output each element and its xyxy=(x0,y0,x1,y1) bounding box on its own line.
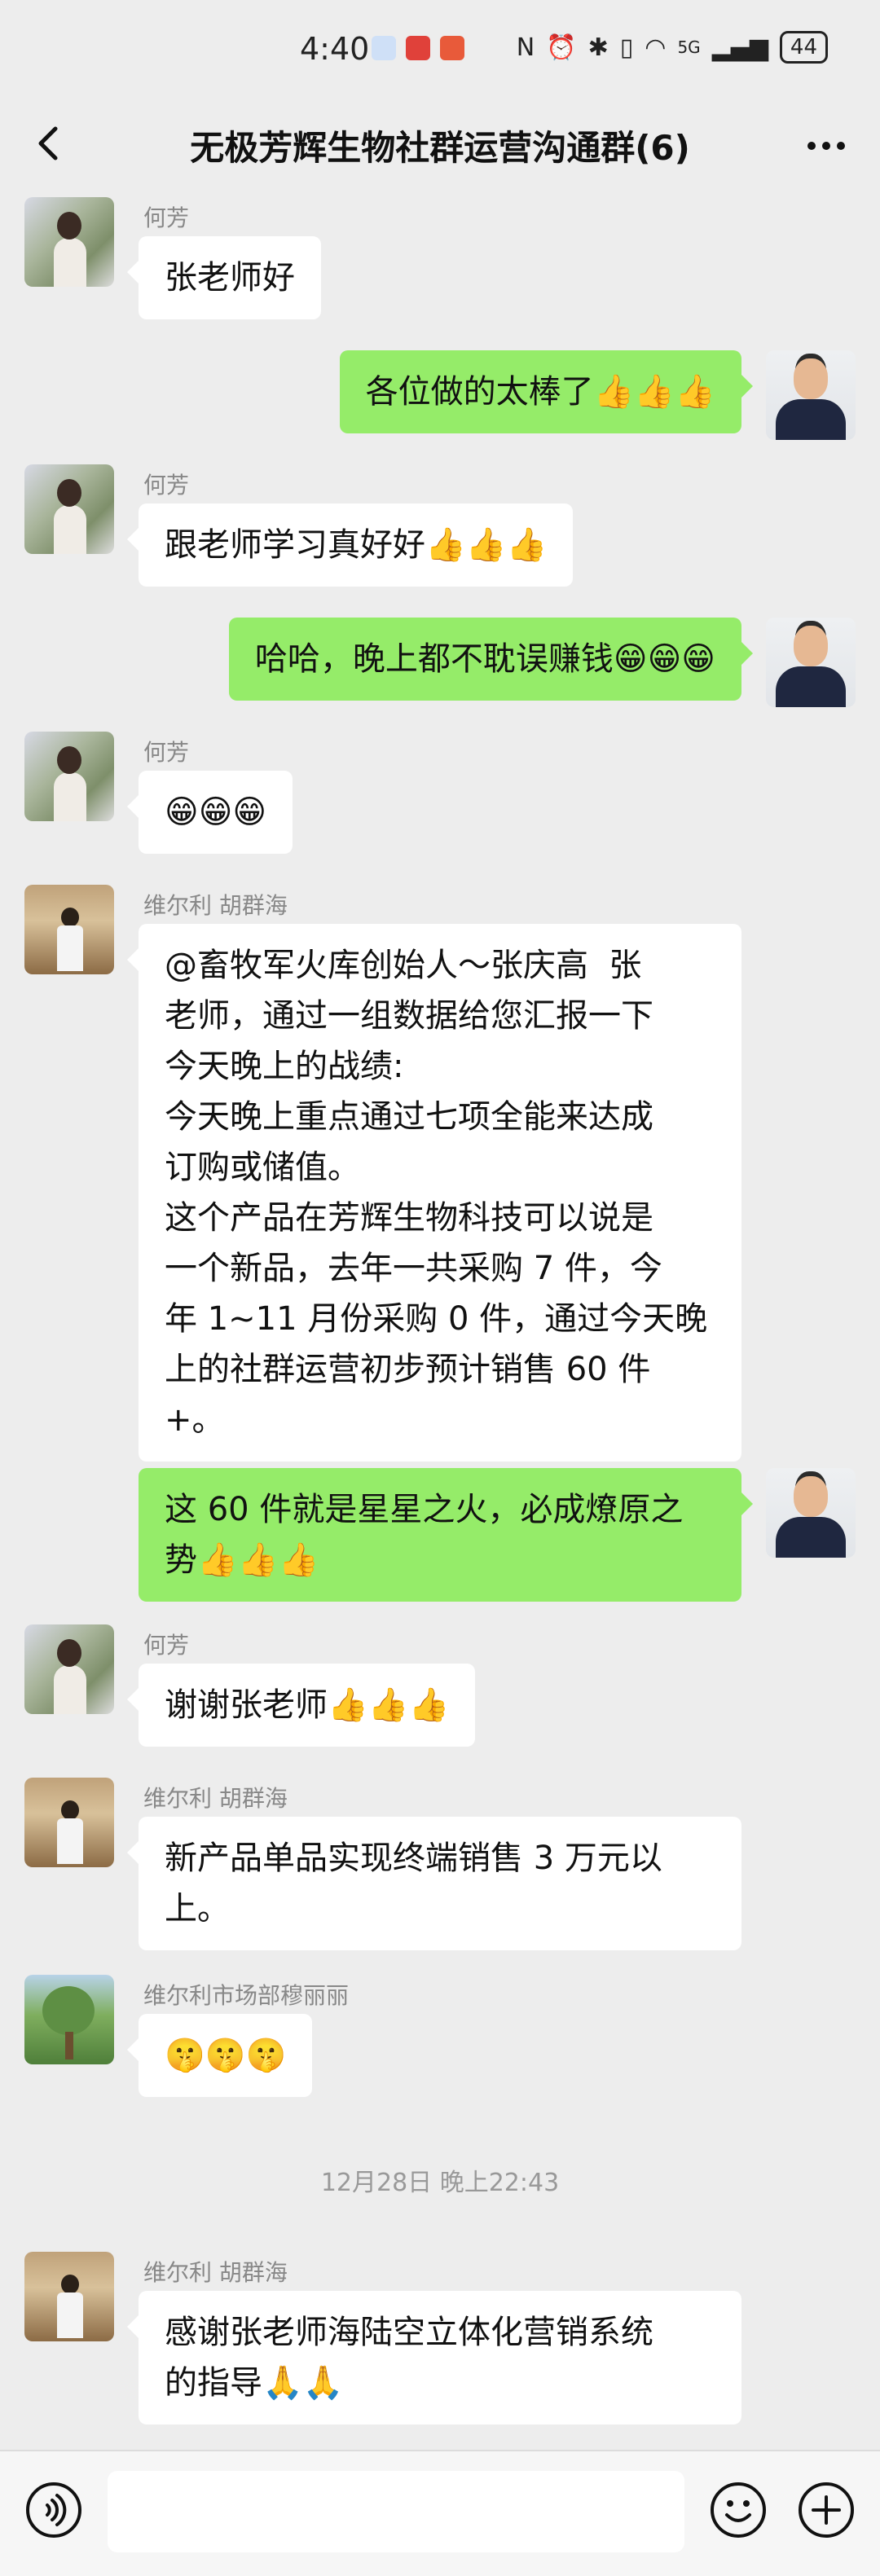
avatar[interactable] xyxy=(766,1468,856,1558)
sender-name: 维尔利市场部穆丽丽 xyxy=(143,1982,350,2009)
message-list[interactable]: 何芳 张老师好 各位做的太棒了👍👍👍 何芳 跟老师学习真好好👍👍👍 哈哈，晚上都… xyxy=(0,189,880,2450)
avatar[interactable] xyxy=(766,618,856,707)
avatar[interactable] xyxy=(24,885,114,974)
message-bubble[interactable]: 这 60 件就是星星之火，必成燎原之 势👍👍👍 xyxy=(139,1468,753,1602)
network-type: 5G xyxy=(677,37,701,57)
message-bubble[interactable]: 张老师好 xyxy=(127,236,321,319)
sender-name: 维尔利 胡群海 xyxy=(143,892,288,919)
signal-icon: ▂▄▆ xyxy=(711,33,768,62)
sender-name: 何芳 xyxy=(143,204,190,231)
message-bubble[interactable]: 新产品单品实现终端销售 3 万元以 上。 xyxy=(127,1817,741,1950)
avatar[interactable] xyxy=(24,1624,114,1714)
sender-name: 何芳 xyxy=(143,739,190,766)
status-time: 4:40 xyxy=(300,31,370,67)
message-bubble[interactable]: 哈哈，晚上都不耽误赚钱😁😁😁 xyxy=(228,618,754,701)
more-options-icon[interactable] xyxy=(802,125,851,166)
voice-input-icon[interactable] xyxy=(24,2481,83,2539)
message-bubble[interactable]: 🤫🤫🤫 xyxy=(126,2014,313,2097)
battery-icon: 44 xyxy=(779,31,828,64)
input-bar xyxy=(0,2450,880,2576)
plus-icon[interactable] xyxy=(797,2481,856,2539)
message-bubble[interactable]: 😁😁😁 xyxy=(126,771,293,854)
status-indicators: N ⏰ ✱ ▯ ◠ 5G ▂▄▆ 44 xyxy=(517,31,828,64)
notification-icons xyxy=(372,36,464,60)
chat-header: 无极芳辉生物社群运营沟通群(6) xyxy=(0,99,880,189)
vibrate-icon: ▯ xyxy=(619,33,634,62)
paw-app-icon xyxy=(372,36,396,60)
avatar[interactable] xyxy=(766,350,856,440)
message-bubble[interactable]: 谢谢张老师👍👍👍 xyxy=(126,1664,476,1747)
timestamp-divider: 12月28日 晚上22:43 xyxy=(320,2169,560,2197)
avatar[interactable] xyxy=(24,2252,114,2341)
status-bar: 4:40 N ⏰ ✱ ▯ ◠ 5G ▂▄▆ 44 xyxy=(0,0,880,99)
avatar[interactable] xyxy=(24,732,114,821)
sender-name: 何芳 xyxy=(143,1632,190,1659)
alarm-icon: ⏰ xyxy=(546,33,577,62)
message-bubble[interactable]: 感谢张老师海陆空立体化营销系统 的指导🙏🙏 xyxy=(127,2291,741,2424)
sender-name: 维尔利 胡群海 xyxy=(143,1785,288,1812)
red-app-icon xyxy=(406,36,430,60)
message-bubble[interactable]: @畜牧军火库创始人～张庆高 张 老师，通过一组数据给您汇报一下 今天晚上的战绩:… xyxy=(127,924,741,1462)
bluetooth-icon: ✱ xyxy=(587,33,609,62)
avatar[interactable] xyxy=(24,197,114,287)
avatar[interactable] xyxy=(24,464,114,554)
emoji-icon[interactable] xyxy=(709,2481,768,2539)
message-input[interactable] xyxy=(108,2471,684,2552)
wifi-icon: ◠ xyxy=(645,33,667,62)
avatar[interactable] xyxy=(24,1778,114,1867)
red-app-icon-2 xyxy=(440,36,464,60)
message-bubble[interactable]: 跟老师学习真好好👍👍👍 xyxy=(126,503,574,587)
nfc-icon: N xyxy=(516,33,535,62)
chat-title: 无极芳辉生物社群运营沟通群(6) xyxy=(190,128,690,168)
message-bubble[interactable]: 各位做的太棒了👍👍👍 xyxy=(339,350,754,433)
sender-name: 何芳 xyxy=(143,472,190,499)
sender-name: 维尔利 胡群海 xyxy=(143,2259,288,2286)
avatar[interactable] xyxy=(24,1975,114,2064)
